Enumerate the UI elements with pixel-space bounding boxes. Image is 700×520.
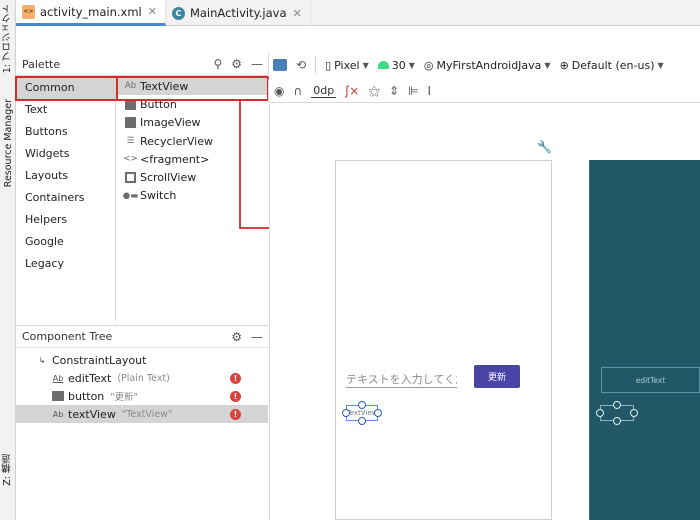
tree-row-textview[interactable]: Ab textView "TextView" !: [16, 405, 268, 423]
orientation-icon[interactable]: ⟲: [296, 59, 306, 71]
magnet-icon[interactable]: ∩: [293, 85, 302, 97]
android-icon: [377, 61, 389, 69]
blueprint-edittext[interactable]: editText: [601, 367, 700, 393]
tree-node-label: textView: [68, 407, 116, 421]
design-surface[interactable]: [335, 160, 552, 520]
wrench-icon[interactable]: 🔧: [537, 140, 552, 154]
component-tree-header: Component Tree ⚙ —: [16, 325, 268, 348]
tree-row-button[interactable]: button "更新" !: [16, 387, 268, 405]
layers-icon[interactable]: [273, 59, 287, 71]
tree-row-constraintlayout[interactable]: ↳ ConstraintLayout: [16, 351, 268, 369]
gear-icon[interactable]: ⚙: [231, 331, 242, 343]
constraint-handle-left[interactable]: [342, 409, 350, 417]
minimize-icon[interactable]: —: [251, 331, 263, 343]
theme-icon: ◎: [423, 58, 434, 72]
api-label: 30: [391, 58, 406, 72]
tree-node-label: editText: [68, 371, 112, 385]
device-selector[interactable]: ▯ Pixel ▼: [325, 59, 369, 72]
tree-node-detail: "TextView": [121, 408, 173, 420]
error-icon[interactable]: !: [230, 390, 241, 402]
tree-node-detail: "更新": [110, 392, 139, 403]
blueprint-handle-top[interactable]: [613, 401, 621, 409]
edit-text-icon: Ab: [52, 373, 64, 383]
phone-icon: ▯: [325, 58, 332, 72]
chevron-down-icon: ▼: [408, 60, 415, 70]
design-toolbar: ⟲ ▯ Pixel ▼ 30 ▼ ◎ MyFirstAndroidJava ▼ …: [268, 53, 700, 77]
layout-toolbar: ◉ ∩ 0dp ʃ× ⚝ ⇕ ⊫ I: [268, 79, 700, 103]
eye-icon[interactable]: ◉: [274, 85, 284, 97]
theme-selector[interactable]: ◎ MyFirstAndroidJava ▼: [424, 59, 551, 72]
align-icon[interactable]: ⊫: [408, 85, 418, 97]
chevron-down-icon: ▼: [544, 60, 551, 70]
component-tree-title: Component Tree: [22, 330, 113, 343]
constraint-handle-right[interactable]: [374, 409, 382, 417]
device-label: Pixel: [334, 58, 360, 72]
error-icon[interactable]: !: [230, 408, 241, 420]
api-selector[interactable]: 30 ▼: [377, 58, 415, 72]
magic-wand-icon[interactable]: ⚝: [368, 85, 380, 97]
blueprint-handle-left[interactable]: [596, 409, 604, 417]
constraint-handle-top[interactable]: [358, 401, 366, 409]
chevron-down-icon: ▼: [362, 60, 369, 70]
preview-edittext[interactable]: テキストを入力してください: [346, 370, 457, 388]
tree-node-detail: (Plain Text): [117, 372, 170, 384]
clear-constraints-icon[interactable]: ʃ×: [345, 85, 359, 97]
blueprint-surface[interactable]: [589, 160, 700, 520]
constraint-handle-bottom[interactable]: [358, 417, 366, 425]
ab-text-icon: Ab: [52, 409, 64, 419]
preview-update-button[interactable]: 更新: [474, 365, 520, 388]
pack-icon[interactable]: ⇕: [389, 85, 399, 97]
blueprint-handle-right[interactable]: [630, 409, 638, 417]
guidelines-icon[interactable]: I: [428, 85, 432, 97]
locale-label: Default (en-us): [571, 58, 655, 72]
constraint-layout-icon: ↳: [38, 355, 46, 365]
toolbar-separator: [315, 57, 317, 73]
chevron-down-icon: ▼: [657, 60, 664, 70]
theme-label: MyFirstAndroidJava: [436, 58, 542, 72]
button-icon: [52, 391, 64, 401]
tree-node-label: button: [68, 389, 105, 403]
tree-node-label: ConstraintLayout: [52, 353, 147, 367]
locale-selector[interactable]: ⊕ Default (en-us) ▼: [560, 59, 664, 72]
globe-icon: ⊕: [559, 58, 569, 72]
error-icon[interactable]: !: [230, 372, 241, 384]
tree-row-edittext[interactable]: Ab editText (Plain Text) !: [16, 369, 268, 387]
default-margin-field[interactable]: 0dp: [311, 84, 337, 98]
blueprint-handle-bottom[interactable]: [613, 417, 621, 425]
